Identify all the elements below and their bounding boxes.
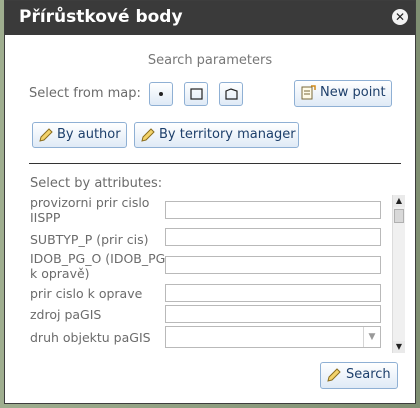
new-document-icon xyxy=(301,85,316,100)
select-rectangle-button[interactable] xyxy=(184,82,208,106)
by-author-label: By author xyxy=(57,127,121,142)
chevron-down-icon[interactable]: ▼ xyxy=(363,327,380,347)
rectangle-icon xyxy=(190,88,203,100)
zdroj-pagis-input[interactable] xyxy=(165,305,381,323)
search-label: Search xyxy=(346,367,391,382)
close-icon[interactable]: ✕ xyxy=(392,9,408,25)
scrollbar-thumb[interactable] xyxy=(394,209,404,223)
new-point-button[interactable]: New point xyxy=(294,80,392,107)
section-divider xyxy=(29,163,401,164)
point-icon xyxy=(159,92,163,96)
attribute-label: provizorni prir cislo IISPP xyxy=(30,195,150,225)
select-by-attributes-heading: Select by attributes: xyxy=(30,176,163,191)
panel-titlebar[interactable]: Přírůstkové body ✕ xyxy=(5,1,415,35)
attribute-scrollbar[interactable]: ▲ ▼ xyxy=(392,195,405,353)
by-author-button[interactable]: By author xyxy=(32,122,127,148)
attribute-label: zdroj paGIS xyxy=(30,307,102,322)
attribute-list: Select by attributes: provizorni prir ci… xyxy=(25,171,407,353)
select-point-button[interactable] xyxy=(149,82,173,106)
by-territory-manager-label: By territory manager xyxy=(159,127,296,142)
prir-cislo-k-oprave-input[interactable] xyxy=(165,284,381,302)
scroll-up-icon[interactable]: ▲ xyxy=(393,195,405,207)
attribute-label: druh objektu paGIS xyxy=(30,330,151,345)
attribute-label: SUBTYP_P (prir cis) xyxy=(30,232,149,247)
subtyp-p-input[interactable] xyxy=(165,228,381,246)
provizorni-prir-cislo-input[interactable] xyxy=(165,201,381,219)
attribute-label: prir cislo k oprave xyxy=(30,286,143,301)
idob-pg-o-input[interactable] xyxy=(165,256,381,274)
new-point-label: New point xyxy=(320,85,386,100)
search-parameters-heading: Search parameters xyxy=(147,53,273,68)
pencil-icon xyxy=(327,368,341,382)
druh-objektu-pagis-select[interactable]: ▼ xyxy=(165,326,381,348)
attribute-label: IDOB_PG_O (IDOB_PG k opravě) xyxy=(30,251,166,281)
select-polygon-button[interactable] xyxy=(219,82,243,106)
search-panel: Přírůstkové body ✕ Search parameters Sel… xyxy=(4,0,416,404)
panel-title: Přírůstkové body xyxy=(19,7,183,27)
select-from-map-label: Select from map: xyxy=(29,86,141,101)
polygon-icon xyxy=(225,88,238,100)
scroll-down-icon[interactable]: ▼ xyxy=(393,341,405,353)
search-button[interactable]: Search xyxy=(320,362,398,389)
pencil-icon xyxy=(141,128,155,142)
pencil-icon xyxy=(39,128,53,142)
by-territory-manager-button[interactable]: By territory manager xyxy=(134,122,299,148)
